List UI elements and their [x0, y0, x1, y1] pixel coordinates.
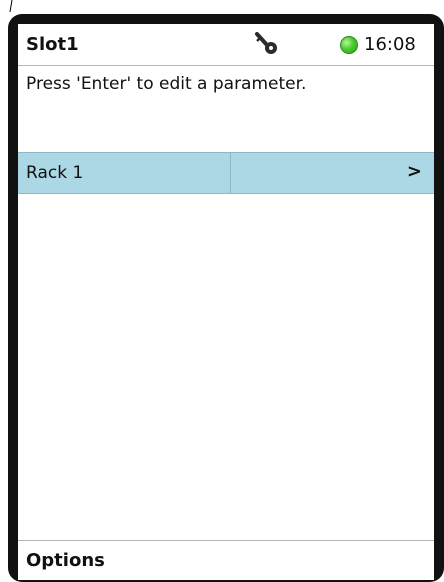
softkey-bar: Options: [18, 540, 434, 580]
chevron-right-icon: >: [406, 161, 422, 182]
stray-mark: [9, 0, 13, 12]
screen-title: Slot1: [26, 34, 79, 55]
list-item-rack-1[interactable]: Rack 1 >: [18, 152, 434, 194]
parameter-list: Rack 1 >: [18, 152, 434, 194]
display-screen: Slot1 16:08 Press 'Enter' to edit a para…: [18, 24, 434, 580]
list-item-label: Rack 1: [26, 163, 84, 183]
title-bar: Slot1 16:08: [18, 24, 434, 66]
status-led-icon: [340, 36, 358, 54]
key-icon: [255, 32, 277, 54]
device-bezel: Slot1 16:08 Press 'Enter' to edit a para…: [8, 14, 444, 582]
column-divider: [230, 153, 231, 193]
instruction-text: Press 'Enter' to edit a parameter.: [26, 74, 307, 94]
options-softkey[interactable]: Options: [26, 550, 105, 571]
clock: 16:08: [364, 34, 416, 55]
